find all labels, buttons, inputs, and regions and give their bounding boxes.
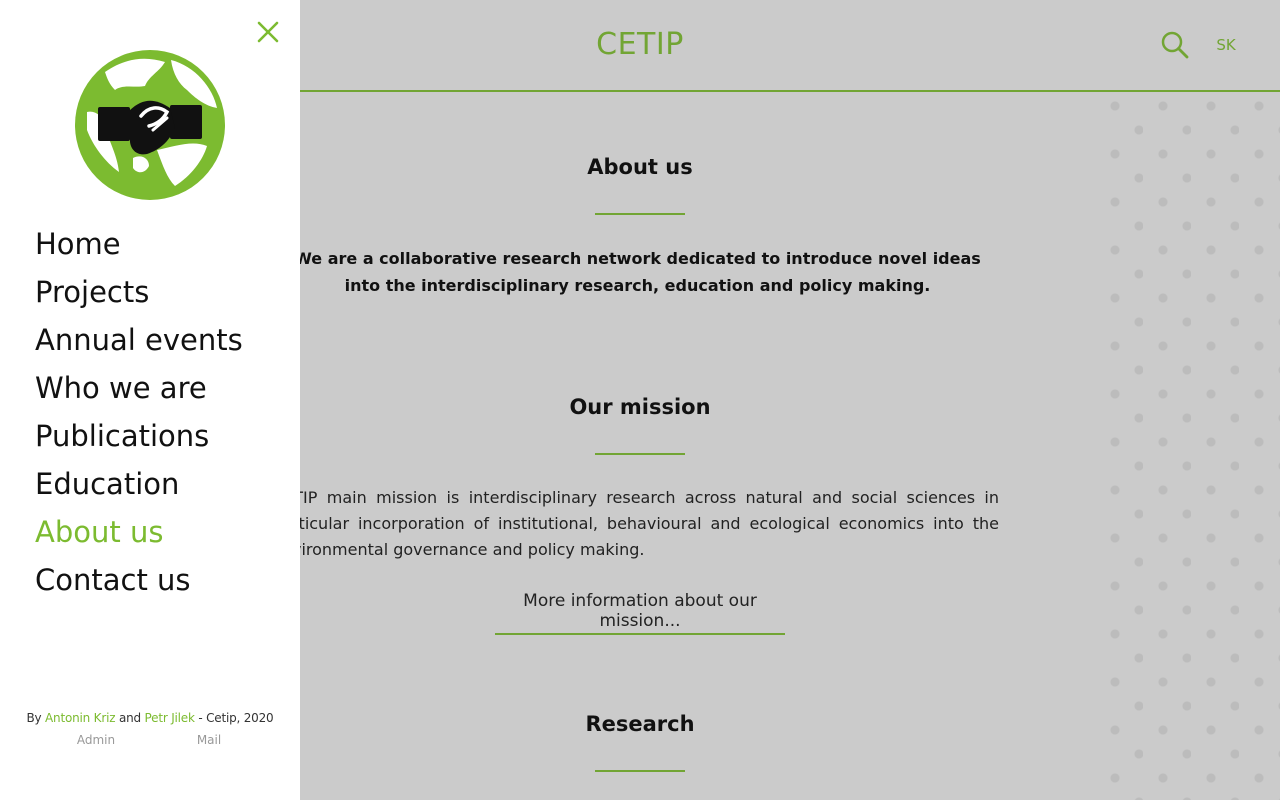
search-icon[interactable]	[1160, 30, 1190, 60]
nav-item-publications[interactable]: Publications	[35, 412, 243, 460]
research-heading: Research	[585, 712, 695, 736]
about-heading: About us	[587, 155, 693, 179]
nav-item-about-us[interactable]: About us	[35, 508, 243, 556]
author-link-antonin-kriz[interactable]: Antonin Kriz	[45, 711, 115, 725]
mission-text: CETIP main mission is interdisciplinary …	[300, 488, 999, 559]
navigation-drawer: Home Projects Annual events Who we are P…	[0, 0, 300, 800]
section-divider	[595, 770, 685, 772]
background-pattern	[1095, 92, 1280, 800]
mission-heading: Our mission	[569, 395, 711, 419]
admin-link[interactable]: Admin	[56, 733, 136, 747]
main-content: About us We are a collaborative research…	[300, 92, 1095, 800]
nav-item-education[interactable]: Education	[35, 460, 243, 508]
about-text: We are a collaborative research network …	[300, 249, 981, 295]
nav-item-annual-events[interactable]: Annual events	[35, 316, 243, 364]
language-switch[interactable]: SK	[1208, 36, 1244, 54]
nav-item-who-we-are[interactable]: Who we are	[35, 364, 243, 412]
author-link-petr-jilek[interactable]: Petr Jilek	[145, 711, 195, 725]
mission-more-link[interactable]: More information about our mission...	[495, 591, 785, 635]
footer-credits: By Antonin Kriz and Petr Jilek - Cetip, …	[0, 711, 300, 725]
globe-handshake-logo[interactable]	[75, 50, 225, 200]
main-nav: Home Projects Annual events Who we are P…	[35, 220, 243, 604]
nav-item-home[interactable]: Home	[35, 220, 243, 268]
nav-item-contact-us[interactable]: Contact us	[35, 556, 243, 604]
section-divider	[595, 453, 685, 455]
section-divider	[595, 213, 685, 215]
footer-and: and	[118, 711, 141, 725]
footer-suffix: - Cetip, 2020	[198, 711, 274, 725]
close-icon[interactable]	[256, 20, 280, 44]
nav-item-projects[interactable]: Projects	[35, 268, 243, 316]
footer-by: By	[26, 711, 42, 725]
mail-link[interactable]: Mail	[169, 733, 249, 747]
